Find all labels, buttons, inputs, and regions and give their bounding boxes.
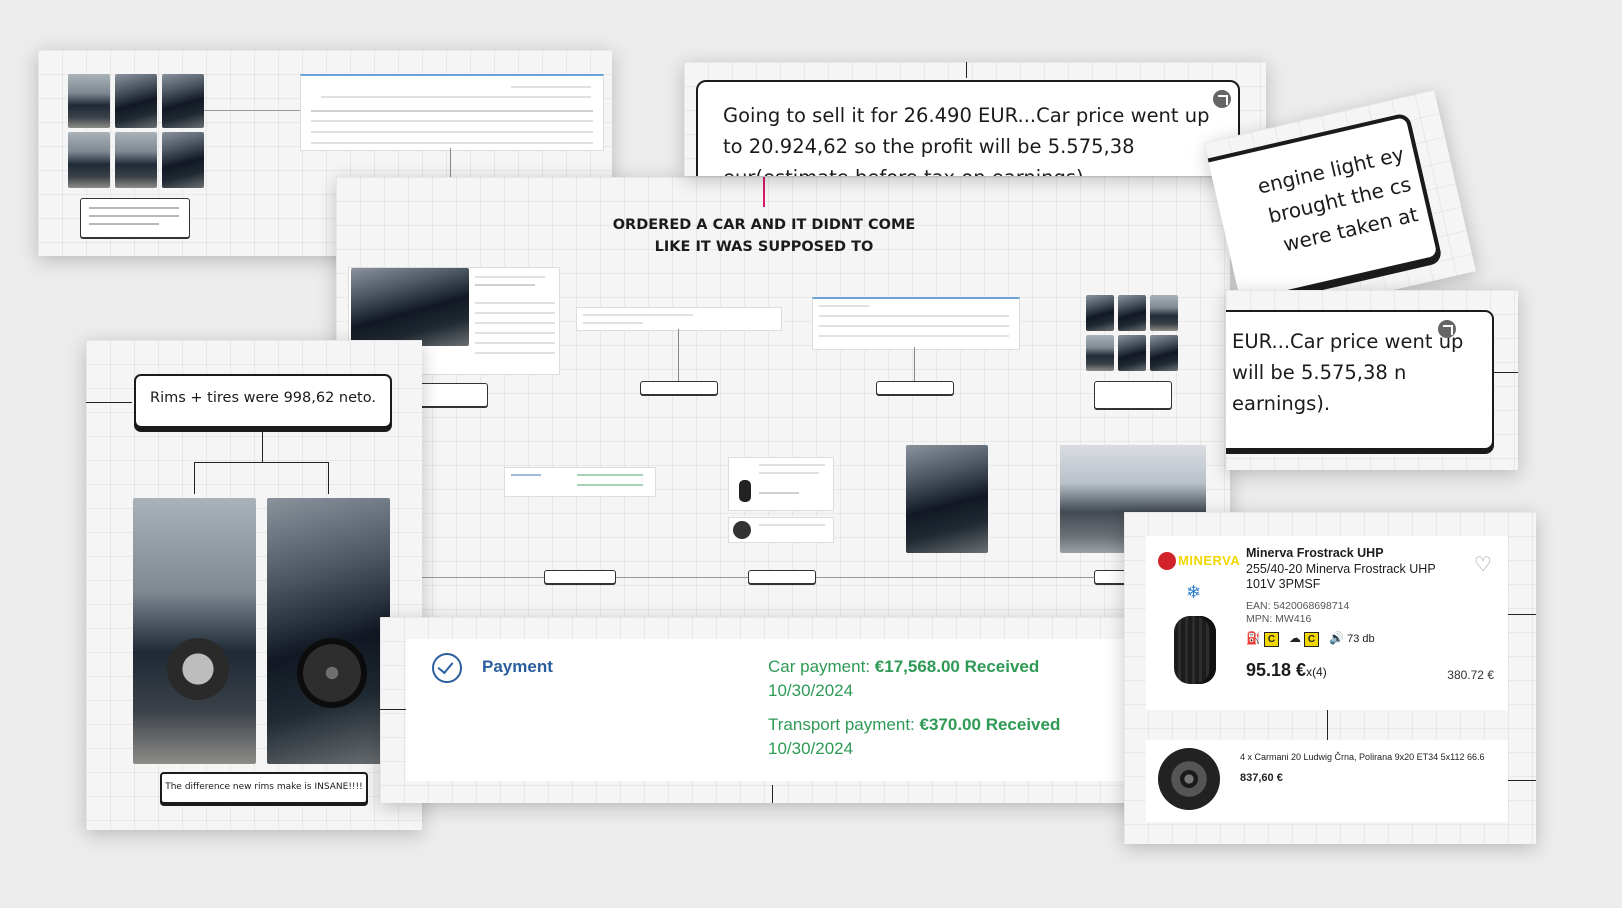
damage-photo bbox=[68, 74, 110, 128]
payment-mini bbox=[504, 467, 656, 497]
expand-icon[interactable] bbox=[1438, 320, 1456, 338]
heart-icon[interactable]: ♡ bbox=[1474, 552, 1492, 577]
car-photo-new-rims bbox=[267, 498, 390, 764]
car-payment-date: 10/30/2024 bbox=[768, 681, 854, 700]
tire-price-row: 95.18 €x(4) bbox=[1246, 660, 1327, 680]
rims-caption: The difference new rims make is INSANE!!… bbox=[160, 772, 368, 804]
profit-note: Going to sell it for 26.490 EUR...Car pr… bbox=[696, 80, 1240, 176]
profit-note-crop: EUR...Car price went up will be 5.575,38… bbox=[1226, 310, 1494, 450]
headline: ORDERED A CAR AND IT DIDNT COME LIKE IT … bbox=[612, 217, 916, 255]
rain-cloud-icon: ☁ bbox=[1289, 631, 1302, 645]
check-circle-icon bbox=[432, 653, 462, 683]
payment-panel: Payment Car payment: €17,568.00 Received… bbox=[380, 617, 1158, 803]
damage-photo bbox=[115, 132, 157, 188]
damage-photo bbox=[68, 132, 110, 188]
minerva-logo: MINERVA bbox=[1158, 550, 1240, 572]
transport-payment-line: Transport payment: €370.00 Received bbox=[768, 715, 1061, 734]
damage-summary-document bbox=[812, 297, 1020, 350]
tire-subtitle: 255/40-20 Minerva Frostrack UHP 101V 3PM… bbox=[1246, 562, 1436, 591]
fuel-grade: C bbox=[1263, 631, 1279, 647]
rims-comparison-panel: Rims + tires were 998,62 neto. The diffe… bbox=[86, 340, 422, 830]
snowflake-icon: ❄ bbox=[1186, 582, 1202, 602]
tire-title: Minerva Frostrack UHP bbox=[1246, 546, 1384, 560]
main-board: ORDERED A CAR AND IT DIDNT COME LIKE IT … bbox=[336, 177, 1230, 637]
car-payment-line: Car payment: €17,568.00 Received bbox=[768, 657, 1040, 676]
car-photo-old-rims bbox=[133, 498, 256, 764]
rims-mini bbox=[728, 517, 834, 543]
engine-note: engine light ey brought the cs were take… bbox=[1204, 112, 1443, 314]
transport-payment-date: 10/30/2024 bbox=[768, 739, 854, 758]
damage-summary-document bbox=[300, 74, 604, 151]
tire-ean: EAN: 5420068698714 bbox=[1246, 600, 1350, 612]
tire-mini bbox=[728, 457, 834, 511]
payment-title: Payment bbox=[482, 657, 553, 676]
speaker-icon: 🔊 bbox=[1329, 631, 1345, 645]
rims-title: 4 x Carmani 20 Ludwig Črna, Polirana 9x2… bbox=[1240, 752, 1485, 762]
profit-note-panel: Going to sell it for 26.490 EUR...Car pr… bbox=[684, 62, 1266, 176]
damage-photo bbox=[162, 74, 204, 128]
eu-label-row: ⛽ C ☁ C 🔊 73 db bbox=[1246, 631, 1375, 647]
tire-listing-panel: MINERVA ❄ Minerva Frostrack UHP 255/40-2… bbox=[1124, 512, 1536, 844]
payment-card: Payment Car payment: €17,568.00 Received… bbox=[406, 639, 1140, 781]
mirrored-note bbox=[80, 198, 190, 238]
noise-level: 73 db bbox=[1347, 633, 1375, 645]
tire-image bbox=[1174, 616, 1216, 684]
wet-grade: C bbox=[1304, 631, 1320, 647]
expand-icon[interactable] bbox=[1213, 90, 1231, 108]
order-document bbox=[576, 307, 782, 331]
rims-card: 4 x Carmani 20 Ludwig Črna, Polirana 9x2… bbox=[1146, 740, 1508, 822]
fuel-pump-icon: ⛽ bbox=[1246, 631, 1261, 645]
tire-mpn: MPN: MW416 bbox=[1246, 613, 1312, 625]
rims-price-note: Rims + tires were 998,62 neto. bbox=[134, 374, 392, 428]
rims-price: 837,60 € bbox=[1240, 772, 1283, 784]
tire-total: 380.72 € bbox=[1447, 668, 1494, 682]
profit-note-crop-panel: EUR...Car price went up will be 5.575,38… bbox=[1226, 290, 1518, 470]
rim-image bbox=[1158, 748, 1220, 810]
damage-photo bbox=[162, 132, 204, 188]
tire-card: MINERVA ❄ Minerva Frostrack UHP 255/40-2… bbox=[1146, 536, 1508, 710]
damage-photo bbox=[115, 74, 157, 128]
